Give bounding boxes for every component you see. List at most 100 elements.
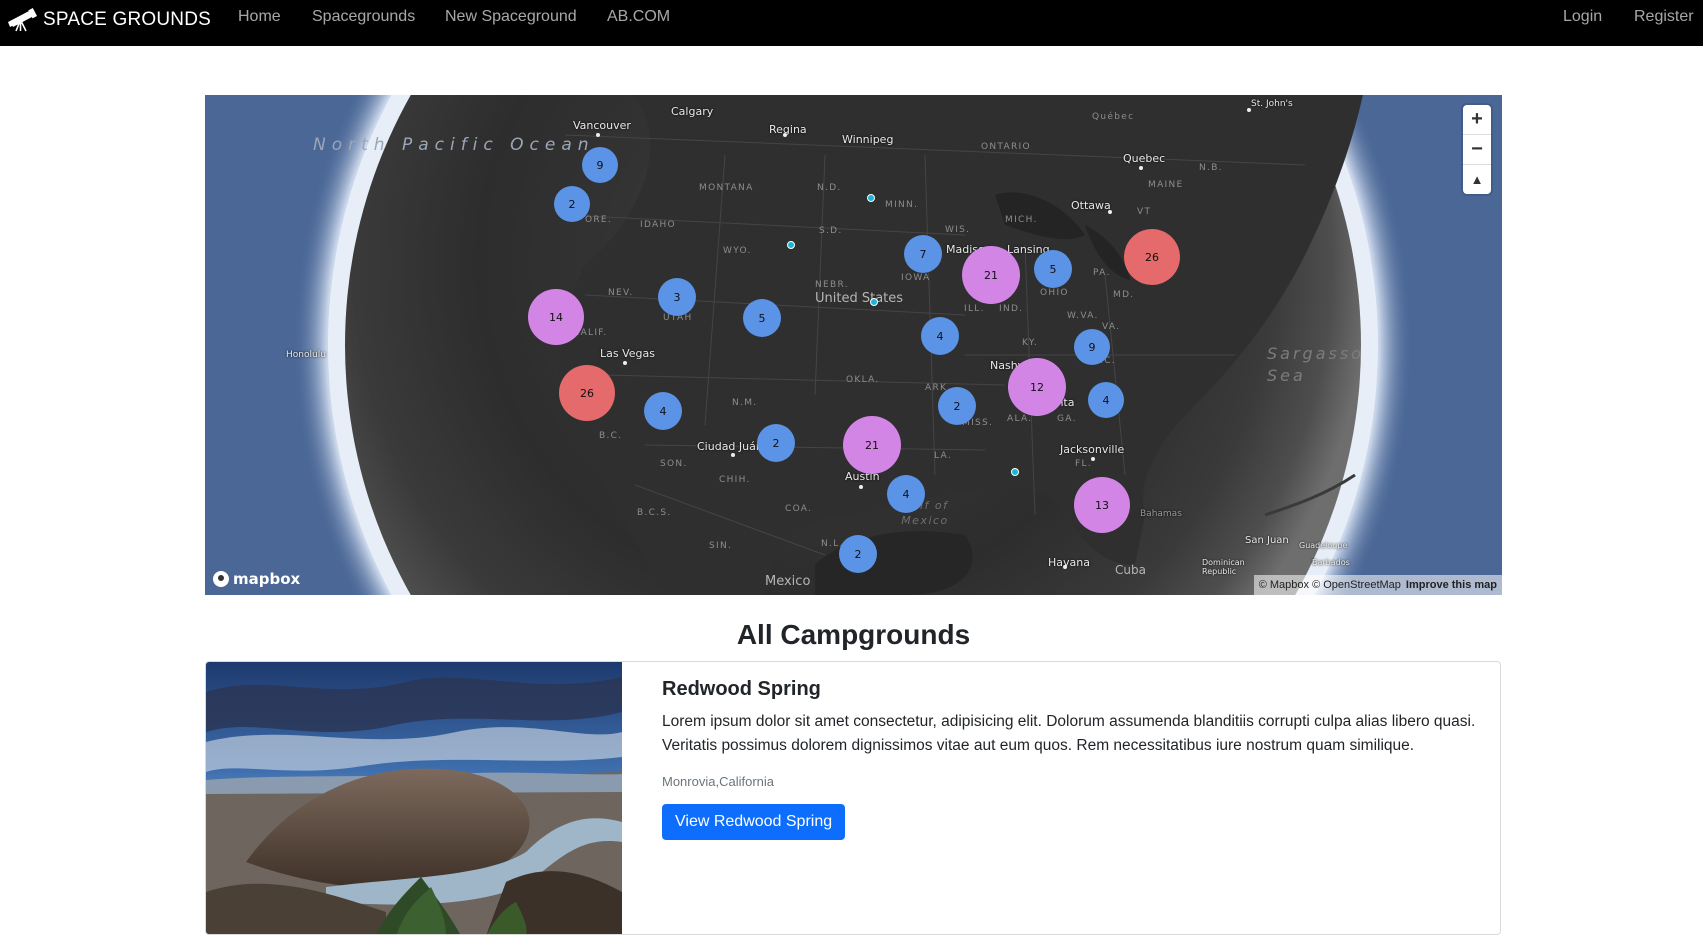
compass-icon[interactable]: ▲: [1463, 165, 1491, 194]
page-title: All Campgrounds: [736, 619, 971, 650]
brand[interactable]: SPACE GROUNDS: [7, 0, 211, 40]
campground-location: Monrovia,California: [662, 774, 774, 789]
state-label: OHIO: [1040, 288, 1069, 298]
cluster-marker[interactable]: 5: [1034, 250, 1072, 288]
state-label: MINN.: [885, 200, 919, 210]
country-label: United States: [815, 291, 904, 306]
cluster-marker[interactable]: 21: [962, 246, 1020, 304]
city-label: San Juan: [1245, 535, 1289, 546]
city-label: Guadeloupe: [1299, 541, 1348, 550]
state-label: MAINE: [1148, 180, 1184, 190]
campground-image: [206, 662, 622, 934]
attribution-osm-link[interactable]: © OpenStreetMap: [1312, 579, 1401, 591]
cluster-marker[interactable]: 12: [1008, 358, 1066, 416]
city-label: Regina: [769, 123, 807, 136]
cluster-marker[interactable]: 26: [1124, 229, 1180, 285]
nav-spacegrounds-link[interactable]: Spacegrounds: [312, 8, 415, 26]
state-label: NEBR.: [815, 280, 849, 290]
cluster-marker[interactable]: 4: [921, 317, 959, 355]
zoom-out-button[interactable]: −: [1463, 135, 1491, 165]
city-label: Barbados: [1312, 558, 1350, 567]
state-label: COA.: [785, 504, 813, 514]
state-label: ONTARIO: [981, 142, 1031, 152]
campground-point[interactable]: [1011, 468, 1019, 476]
city-dot: [1139, 166, 1143, 170]
campground-point[interactable]: [870, 298, 878, 306]
state-label: WYO.: [723, 246, 752, 256]
card-body: Redwood Spring Lorem ipsum dolor sit ame…: [662, 678, 1482, 840]
state-label: VT: [1137, 207, 1152, 217]
campground-title: Redwood Spring: [662, 678, 821, 700]
brand-name: SPACE GROUNDS: [43, 9, 211, 30]
cluster-marker[interactable]: 14: [528, 289, 584, 345]
country-label: Mexico: [765, 574, 811, 589]
country-label: Bahamas: [1140, 509, 1182, 519]
nav-new-spaceground-link[interactable]: New Spaceground: [445, 8, 577, 26]
campground-point[interactable]: [787, 241, 795, 249]
view-campground-button[interactable]: View Redwood Spring: [662, 804, 846, 840]
city-dot: [1091, 457, 1095, 461]
state-label: MICH.: [1005, 215, 1038, 225]
zoom-in-button[interactable]: +: [1463, 105, 1491, 135]
state-label: LA.: [934, 451, 952, 461]
cluster-marker[interactable]: 9: [582, 147, 618, 183]
telescope-icon: [7, 8, 37, 32]
state-label: N.B.: [1199, 163, 1223, 173]
city-label: Honolulu: [286, 350, 326, 360]
city-dot: [783, 133, 787, 137]
state-label: MD.: [1113, 290, 1135, 300]
state-label: IDAHO: [640, 220, 676, 230]
city-dot: [596, 133, 600, 137]
nav-abcom-link[interactable]: AB.COM: [607, 8, 670, 26]
cluster-marker[interactable]: 26: [559, 365, 615, 421]
cluster-marker[interactable]: 9: [1074, 329, 1110, 365]
state-label: FL.: [1075, 459, 1092, 469]
cluster-marker[interactable]: 5: [743, 299, 781, 337]
city-label: St. John's: [1251, 99, 1293, 109]
campground-point[interactable]: [867, 194, 875, 202]
cluster-marker[interactable]: 2: [757, 424, 795, 462]
cluster-map[interactable]: North Pacific Ocean Gulf of Mexico Sarga…: [205, 95, 1502, 595]
state-label: SIN.: [709, 541, 733, 551]
cluster-marker[interactable]: 13: [1074, 477, 1130, 533]
cluster-marker[interactable]: 4: [1088, 382, 1124, 418]
nav-home-link[interactable]: Home: [238, 8, 281, 26]
city-label: Jacksonville: [1060, 443, 1125, 456]
cluster-marker[interactable]: 2: [554, 186, 590, 222]
city-dot: [859, 485, 863, 489]
cluster-marker[interactable]: 2: [938, 387, 976, 425]
ocean-label-sargasso: Sargasso Sea: [1267, 344, 1364, 385]
ocean-label-north-pacific: North Pacific Ocean: [313, 135, 595, 155]
state-label: ALA.: [1007, 414, 1033, 424]
state-label: PA.: [1093, 268, 1111, 278]
state-label: GA.: [1057, 414, 1077, 424]
attribution-mapbox-link[interactable]: © Mapbox: [1259, 579, 1309, 591]
improve-map-link[interactable]: Improve this map: [1406, 579, 1497, 591]
navbar: SPACE GROUNDS Home Spacegrounds New Spac…: [0, 0, 1703, 46]
city-label: Ottawa: [1071, 199, 1111, 212]
campground-card: Redwood Spring Lorem ipsum dolor sit ame…: [205, 661, 1501, 935]
state-label: ILL.: [964, 304, 985, 314]
city-label: Québec: [1092, 112, 1135, 122]
state-label: B.C.: [599, 431, 623, 441]
state-label: ORE.: [585, 215, 613, 225]
cluster-marker[interactable]: 4: [644, 392, 682, 430]
cluster-marker[interactable]: 7: [904, 235, 942, 273]
state-label: NEV.: [608, 288, 634, 298]
cluster-marker[interactable]: 4: [887, 475, 925, 513]
cluster-marker[interactable]: 2: [839, 535, 877, 573]
state-label: N.M.: [732, 398, 758, 408]
state-label: CHIH.: [719, 475, 751, 485]
cluster-marker[interactable]: 3: [658, 278, 696, 316]
city-label: Vancouver: [573, 119, 631, 132]
nav-register-link[interactable]: Register: [1634, 8, 1694, 26]
campground-description: Lorem ipsum dolor sit amet consectetur, …: [662, 713, 1476, 754]
cluster-marker[interactable]: 21: [843, 416, 901, 474]
state-label: SON.: [660, 459, 688, 469]
city-dot: [1247, 108, 1251, 112]
mapbox-logo[interactable]: mapbox: [213, 570, 300, 588]
mapbox-logo-text: mapbox: [233, 570, 301, 588]
state-label: OKLA.: [846, 375, 880, 385]
nav-login-link[interactable]: Login: [1563, 8, 1602, 26]
mapbox-logo-icon: [213, 571, 229, 587]
